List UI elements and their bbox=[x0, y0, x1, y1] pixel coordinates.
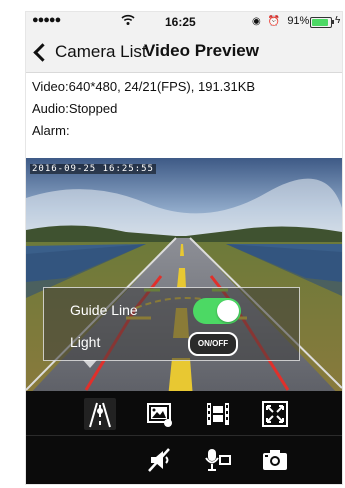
guide-line-toggle[interactable] bbox=[193, 298, 241, 324]
talk-button[interactable] bbox=[202, 444, 234, 476]
video-feed[interactable]: 2016-09-25 16:25:55 Guide Line Light ON/… bbox=[26, 158, 342, 398]
guide-light-panel: Guide Line Light ON/OFF bbox=[43, 287, 300, 361]
camera-scene bbox=[26, 158, 342, 398]
wifi-icon bbox=[121, 14, 135, 29]
phone-screen: ●●●●● 16:25 ◉ ⏰ 91% ϟ Camera List Video … bbox=[26, 12, 342, 484]
mute-button[interactable] bbox=[144, 444, 176, 476]
fullscreen-icon bbox=[262, 401, 288, 427]
video-info: Video:640*480, 24/21(FPS), 191.31KB bbox=[32, 79, 256, 94]
light-label: Light bbox=[70, 334, 101, 350]
guide-line-button[interactable] bbox=[84, 398, 116, 430]
signal-icon: ●●●●● bbox=[32, 14, 61, 26]
gallery-icon bbox=[147, 403, 172, 427]
fullscreen-button[interactable] bbox=[259, 398, 291, 430]
battery-icon bbox=[310, 17, 332, 28]
chevron-left-icon bbox=[33, 42, 52, 62]
gallery-button[interactable] bbox=[144, 398, 176, 430]
navigation-bar: Camera List Video Preview bbox=[26, 32, 342, 73]
video-timestamp: 2016-09-25 16:25:55 bbox=[30, 164, 156, 174]
stream-info: Video:640*480, 24/21(FPS), 191.31KB Audi… bbox=[26, 73, 342, 157]
back-button[interactable]: Camera List bbox=[32, 40, 147, 64]
page-title: Video Preview bbox=[144, 41, 259, 60]
lock-rotation-icon: ◉ bbox=[252, 16, 261, 27]
alarm-info: Alarm: bbox=[32, 123, 70, 138]
guide-line-label: Guide Line bbox=[70, 302, 138, 318]
status-right: ◉ ⏰ 91% bbox=[252, 15, 309, 27]
snapshot-icon bbox=[263, 450, 287, 470]
panel-pointer bbox=[83, 360, 97, 368]
battery-percent: 91% bbox=[287, 15, 310, 27]
control-toolbar bbox=[26, 391, 342, 484]
status-time: 16:25 bbox=[165, 15, 196, 29]
toolbar-divider bbox=[26, 435, 342, 436]
battery-cap bbox=[332, 20, 334, 24]
talk-icon bbox=[205, 449, 231, 471]
light-onoff-button[interactable]: ON/OFF bbox=[188, 332, 238, 356]
battery-fill bbox=[312, 19, 328, 26]
screen-frame: ●●●●● 16:25 ◉ ⏰ 91% ϟ Camera List Video … bbox=[0, 0, 345, 488]
alarm-icon: ⏰ bbox=[267, 16, 281, 27]
back-button-label: Camera List bbox=[55, 42, 147, 61]
guide-line-icon bbox=[89, 402, 111, 428]
video-settings-button[interactable] bbox=[202, 398, 234, 430]
audio-info: Audio:Stopped bbox=[32, 101, 118, 116]
toggle-knob bbox=[217, 300, 239, 322]
video-settings-icon bbox=[207, 403, 229, 425]
charging-icon: ϟ bbox=[335, 15, 341, 26]
status-bar: ●●●●● 16:25 ◉ ⏰ 91% ϟ bbox=[26, 12, 342, 32]
snapshot-button[interactable] bbox=[259, 444, 291, 476]
mute-icon bbox=[148, 448, 170, 472]
